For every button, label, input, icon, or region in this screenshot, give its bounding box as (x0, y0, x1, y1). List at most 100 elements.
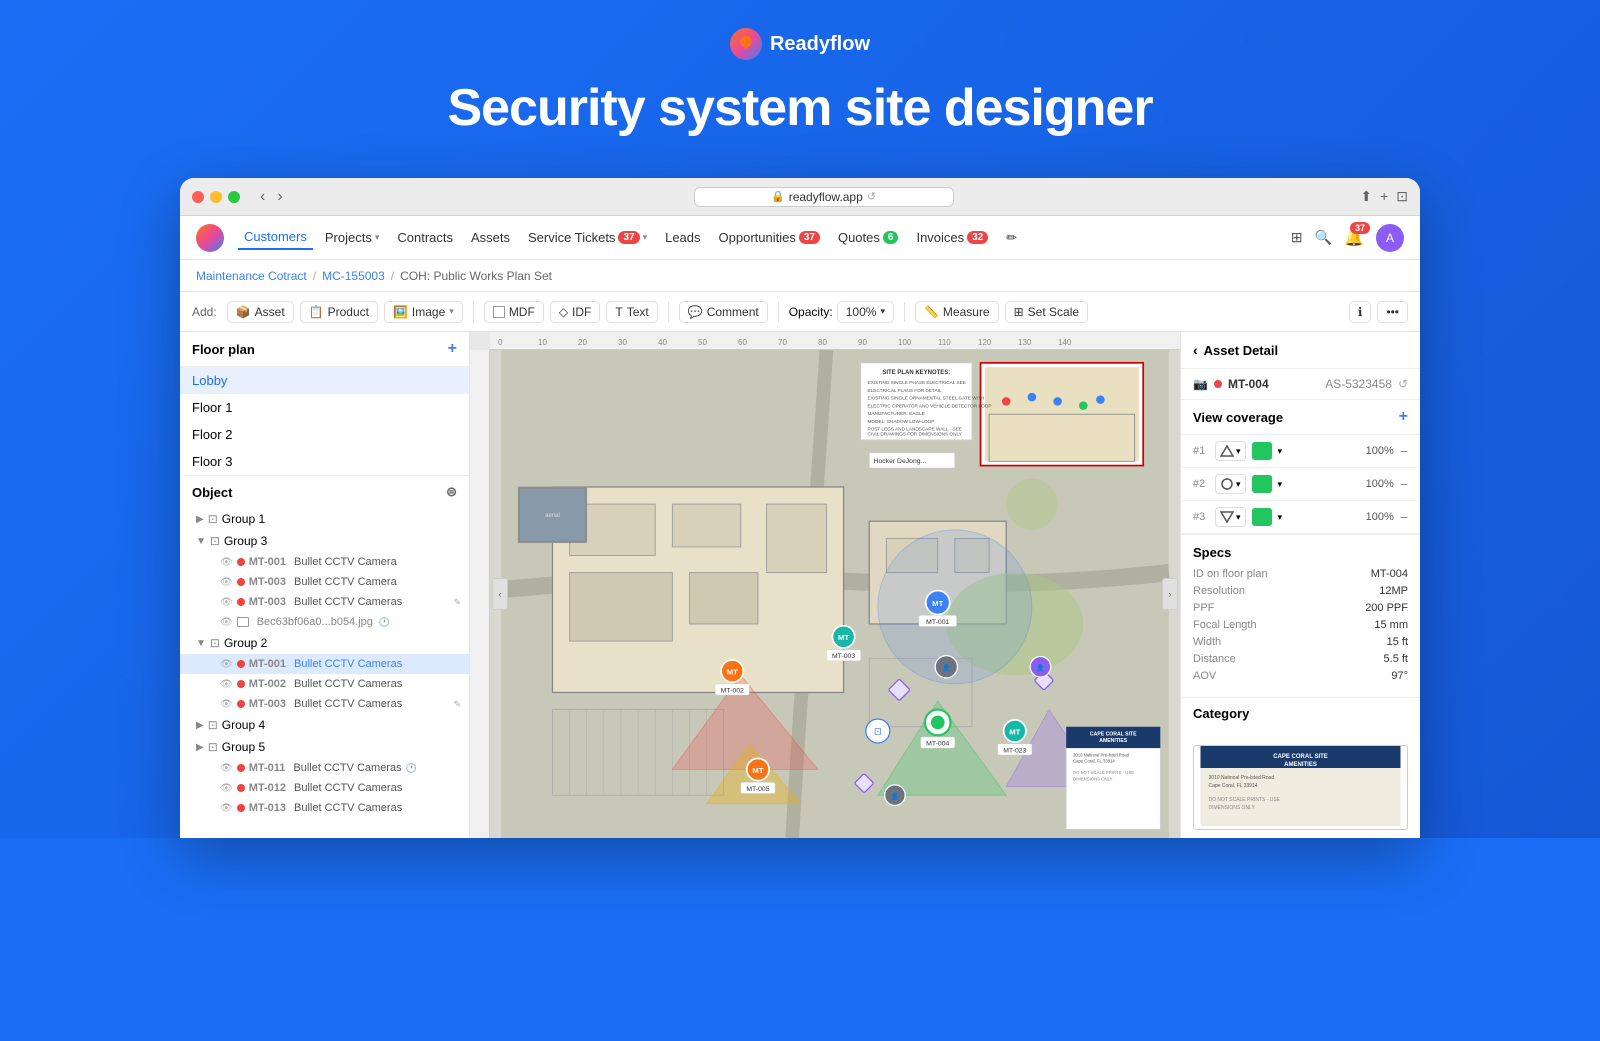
tree-group-2[interactable]: ▼ ⊡ Group 2 (180, 632, 469, 654)
add-product-button[interactable]: 📋 Product (300, 301, 378, 323)
remove-coverage-3[interactable]: − (1400, 509, 1408, 525)
nav-icons: ⊞ 🔍 🔔 37 A (1291, 224, 1404, 252)
add-text-button[interactable]: T Text (606, 301, 657, 323)
svg-text:CAPE CORAL SITE: CAPE CORAL SITE (1273, 754, 1328, 760)
svg-text:MT: MT (932, 599, 943, 608)
remove-coverage-1[interactable]: − (1400, 443, 1408, 459)
add-floor-button[interactable]: + (448, 340, 457, 358)
spec-value-ppf: 200 PPF (1365, 602, 1408, 614)
refresh-icon[interactable]: ↺ (1398, 377, 1408, 391)
brand-logo (730, 28, 762, 60)
search-icon[interactable]: 🔍 (1315, 229, 1332, 246)
specs-title: Specs (1193, 545, 1408, 560)
nav-assets[interactable]: Assets (465, 226, 516, 249)
chevron-left-icon[interactable]: ‹ (1193, 342, 1198, 358)
spec-aov: AOV 97° (1193, 670, 1408, 682)
set-scale-button[interactable]: ⊞ Set Scale (1005, 301, 1088, 323)
coverage-color-3[interactable] (1252, 508, 1272, 526)
forward-button[interactable]: › (273, 186, 286, 208)
share-icon[interactable]: ⬆ (1360, 188, 1372, 205)
chevron-icon: ▶ (196, 742, 204, 753)
canvas-content[interactable]: SITE PLAN KEYNOTES: EXISTING SINGLE PHAS… (490, 350, 1180, 838)
add-image-button[interactable]: 🖼️ Image ▾ (384, 301, 463, 323)
tree-g2-mt002[interactable]: 👁 MT-002 Bullet CCTV Cameras (180, 674, 469, 694)
nav-customers[interactable]: Customers (238, 225, 313, 250)
maximize-button[interactable] (228, 191, 240, 203)
measure-button[interactable]: 📏 Measure (915, 301, 999, 323)
spec-focal: Focal Length 15 mm (1193, 619, 1408, 631)
close-button[interactable] (192, 191, 204, 203)
tree-group-4[interactable]: ▶ ⊡ Group 4 (180, 714, 469, 736)
tree-mt003b[interactable]: 👁 MT-003 Bullet CCTV Cameras ✎ (180, 592, 469, 612)
spec-value-focal: 15 mm (1374, 619, 1408, 631)
nav-service-tickets[interactable]: Service Tickets 37 ▾ (522, 226, 653, 249)
measure-icon: 📏 (924, 305, 939, 319)
more-button[interactable]: ••• (1377, 301, 1408, 323)
filter-icon[interactable]: ⊜ (446, 484, 457, 500)
grid-icon[interactable]: ⊞ (1291, 229, 1303, 246)
coverage-shape-3[interactable]: ▾ (1215, 507, 1246, 527)
tree-g2-mt003[interactable]: 👁 MT-003 Bullet CCTV Cameras ✎ (180, 694, 469, 714)
add-asset-button[interactable]: 📦 Asset (227, 301, 294, 323)
coverage-shape-1[interactable]: ▾ (1215, 441, 1246, 461)
floor-lobby[interactable]: Lobby (180, 367, 469, 394)
cam-dot-icon (237, 784, 245, 792)
sidebar-icon[interactable]: ⊡ (1396, 188, 1408, 205)
coverage-color-2[interactable] (1252, 475, 1272, 493)
image-thumbnail-icon (237, 617, 249, 627)
avatar[interactable]: A (1376, 224, 1404, 252)
tree-group-3[interactable]: ▼ ⊡ Group 3 (180, 530, 469, 552)
notification-icon[interactable]: 🔔 37 (1344, 228, 1364, 248)
nav-projects[interactable]: Projects ▾ (319, 226, 386, 249)
opacity-dropdown[interactable]: 100% ▾ (837, 301, 894, 323)
coverage-color-1[interactable] (1252, 442, 1272, 460)
scroll-right-button[interactable]: › (1162, 578, 1178, 610)
tree-mt001[interactable]: 👁 MT-001 Bullet CCTV Camera (180, 552, 469, 572)
scroll-left-button[interactable]: ‹ (492, 578, 508, 610)
group-label: Group 2 (224, 636, 267, 650)
add-comment-button[interactable]: 💬 Comment (679, 301, 768, 323)
remove-coverage-2[interactable]: − (1400, 476, 1408, 492)
spec-ppf: PPF 200 PPF (1193, 602, 1408, 614)
add-idf-button[interactable]: ◇ IDF (550, 301, 601, 323)
breadcrumb-item-1[interactable]: Maintenance Cotract (196, 269, 307, 283)
comment-icon: 💬 (688, 305, 703, 319)
floor-2[interactable]: Floor 2 (180, 421, 469, 448)
svg-text:EXISTING SINGLE PHASE ELECTRIC: EXISTING SINGLE PHASE ELECTRICAL SEE (868, 380, 966, 385)
breadcrumb-item-2[interactable]: MC-155003 (322, 269, 385, 283)
ruler-tick: 90 (850, 332, 890, 349)
minimize-button[interactable] (210, 191, 222, 203)
tree-group-5[interactable]: ▶ ⊡ Group 5 (180, 736, 469, 758)
info-button[interactable]: ℹ (1349, 301, 1372, 323)
floor-1[interactable]: Floor 1 (180, 394, 469, 421)
tree-image[interactable]: 👁 Bec63bf06a0...b054.jpg 🕐 (180, 612, 469, 632)
tree-g2-mt001[interactable]: 👁 MT-001 Bullet CCTV Cameras (180, 654, 469, 674)
add-coverage-button[interactable]: + (1399, 408, 1408, 426)
tree-group-1[interactable]: ▶ ⊡ Group 1 (180, 508, 469, 530)
camera-label: Bullet CCTV Cameras (293, 762, 401, 774)
floor-3[interactable]: Floor 3 (180, 448, 469, 475)
tree-mt013[interactable]: 👁 MT-013 Bullet CCTV Cameras (180, 798, 469, 818)
nav-leads[interactable]: Leads (659, 226, 706, 249)
add-mdf-button[interactable]: MDF (484, 301, 544, 323)
site-plan-svg[interactable]: SITE PLAN KEYNOTES: EXISTING SINGLE PHAS… (490, 350, 1180, 838)
spec-value-width: 15 ft (1387, 636, 1408, 648)
new-tab-icon[interactable]: + (1380, 188, 1388, 205)
canvas-area[interactable]: 0 10 20 30 40 50 60 70 80 90 100 110 120… (470, 332, 1180, 838)
opportunities-badge: 37 (799, 231, 820, 244)
nav-opportunities[interactable]: Opportunities 37 (713, 226, 826, 249)
nav-contracts[interactable]: Contracts (391, 226, 459, 249)
address-input[interactable]: 🔒 readyflow.app ↺ (694, 187, 954, 207)
back-button[interactable]: ‹ (256, 186, 269, 208)
chevron-icon: ▶ (196, 514, 204, 525)
quotes-badge: 6 (883, 231, 899, 244)
nav-invoices[interactable]: Invoices 32 (910, 226, 994, 249)
tree-mt011[interactable]: 👁 MT-011 Bullet CCTV Cameras 🕐 (180, 758, 469, 778)
tree-mt003a[interactable]: 👁 MT-003 Bullet CCTV Camera (180, 572, 469, 592)
nav-quotes[interactable]: Quotes 6 (832, 226, 904, 249)
coverage-shape-2[interactable]: ▾ (1215, 474, 1246, 494)
tree-mt012[interactable]: 👁 MT-012 Bullet CCTV Cameras (180, 778, 469, 798)
address-bar: 🔒 readyflow.app ↺ (295, 187, 1353, 207)
svg-text:MT: MT (727, 667, 738, 676)
nav-edit-icon[interactable]: ✏ (1000, 226, 1023, 250)
